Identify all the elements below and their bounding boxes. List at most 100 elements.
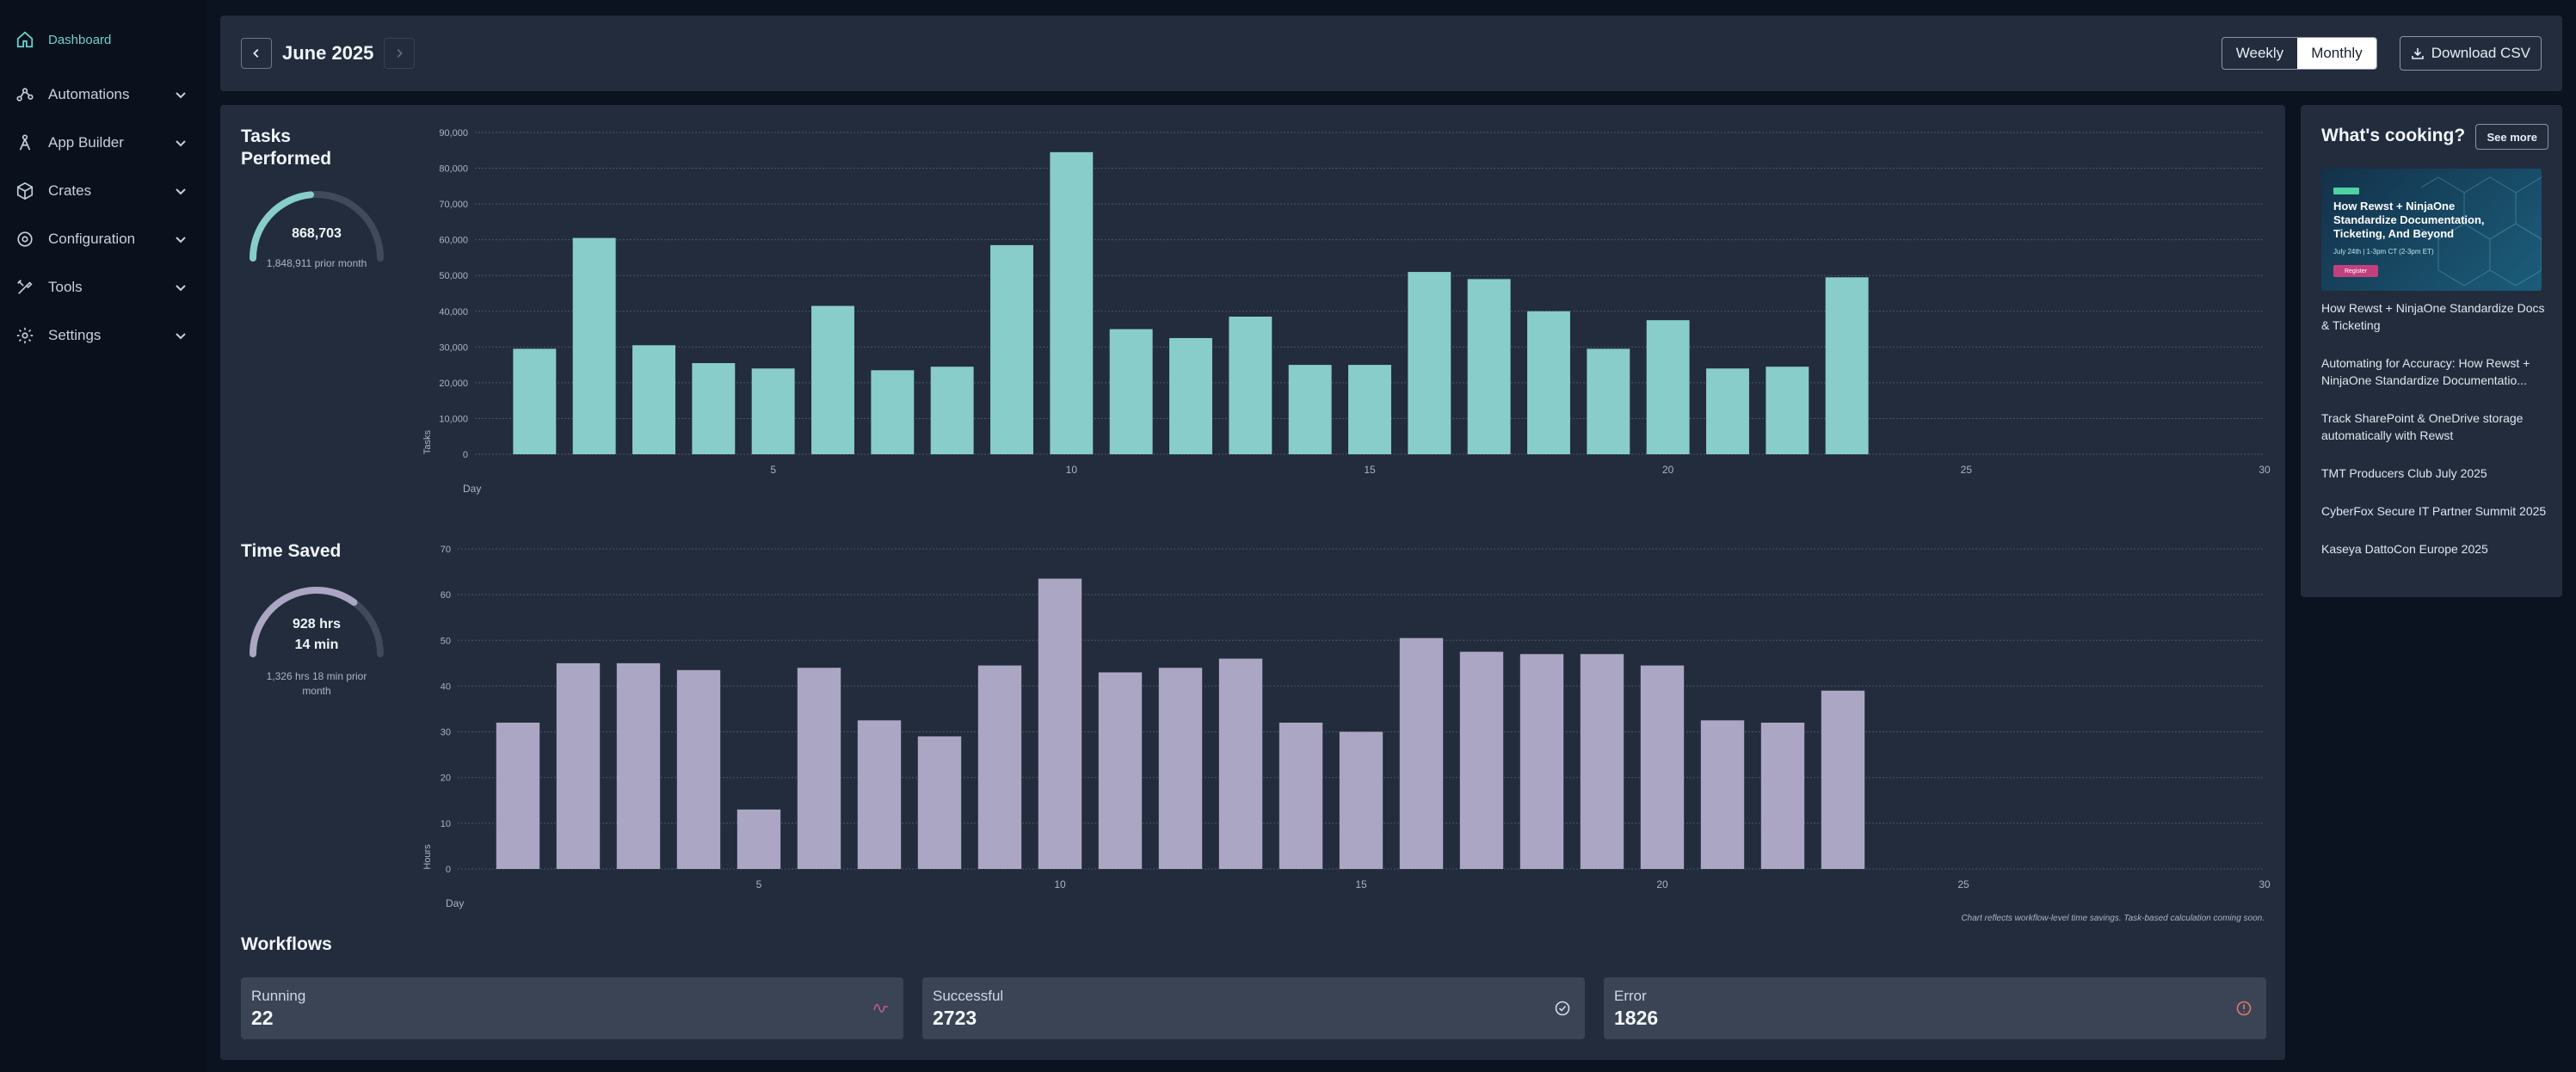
x-axis-label: Day	[463, 483, 481, 495]
workflows-title: Workflows	[241, 934, 332, 954]
view-toggle: Weekly Monthly	[2221, 37, 2377, 70]
y-tick-label: 40	[441, 681, 451, 692]
tasks-bar-chart: 0 10,000 20,000 30,000 40,000 50,000 60,000 70,…	[422, 128, 2271, 495]
y-tick-label: 80,000	[439, 164, 468, 175]
chart-bar	[1580, 654, 1624, 869]
chevron-down-icon	[176, 188, 186, 195]
chart-bar	[556, 662, 601, 869]
sidebar-item-label: App Builder	[48, 134, 124, 151]
chart-bar	[1459, 651, 1504, 869]
chart-bar	[1646, 320, 1690, 454]
banner-tag	[2333, 188, 2359, 194]
sidebar-item-configuration[interactable]: Configuration	[0, 215, 206, 263]
chevron-left-icon	[253, 49, 259, 58]
x-tick-label: 15	[1364, 464, 1376, 476]
x-tick-label: 20	[1662, 464, 1674, 476]
chart-bar	[496, 722, 540, 869]
sidebar-item-settings[interactable]: Settings	[0, 311, 206, 360]
promo-banner[interactable]: How Rewst + NinjaOne Standardize Documen…	[2321, 169, 2542, 291]
crates-icon	[16, 182, 34, 200]
chevron-down-icon	[176, 92, 186, 99]
chart-bar	[1218, 658, 1263, 869]
x-tick-label: 30	[2259, 464, 2271, 476]
sidebar-item-automations[interactable]: Automations	[0, 71, 206, 119]
chart-bar	[857, 720, 902, 869]
time-saved-bar-chart: 0 10 20 30 40 50 60 70 5 10 15 20 25 30 Day Hours	[422, 545, 2271, 909]
chart-bar	[917, 736, 962, 869]
news-item[interactable]: Track SharePoint & OneDrive storage auto…	[2321, 410, 2550, 444]
y-tick-label: 0	[446, 865, 451, 875]
banner-subtitle: July 24th | 1-3pm CT (2-3pm ET)	[2333, 248, 2434, 256]
sidebar-item-label: Automations	[48, 86, 130, 102]
chart-bar	[930, 367, 974, 454]
chart-bar	[1038, 578, 1082, 869]
chart-bar	[1399, 638, 1444, 869]
workflow-card-value: 22	[251, 1007, 274, 1029]
workflow-running-card[interactable]: Running 22	[241, 977, 903, 1039]
sidebar: Dashboard Automations App Builder Crates…	[0, 0, 206, 1072]
news-list: How Rewst + NinjaOne Standardize Docs & …	[2321, 299, 2550, 578]
sidebar-item-tools[interactable]: Tools	[0, 263, 206, 311]
banner-register-button[interactable]: Register	[2333, 265, 2378, 277]
chart-bar	[1587, 348, 1630, 454]
chart-footnote: Chart reflects workflow-level time savin…	[1961, 914, 2265, 923]
see-more-button[interactable]: See more	[2475, 124, 2548, 150]
workflow-card-label: Successful	[933, 988, 1004, 1004]
time-saved-title: Time Saved	[241, 541, 342, 561]
news-item[interactable]: Automating for Accuracy: How Rewst + Nin…	[2321, 354, 2550, 389]
news-item[interactable]: How Rewst + NinjaOne Standardize Docs & …	[2321, 299, 2550, 334]
chevron-down-icon	[176, 140, 186, 147]
chart-bar	[871, 370, 915, 454]
sidebar-item-label: Settings	[48, 327, 102, 343]
tasks-performed-value: 868,703	[292, 226, 342, 241]
sidebar-item-crates[interactable]: Crates	[0, 167, 206, 215]
chevron-right-icon	[397, 49, 404, 58]
chart-bar	[751, 368, 795, 454]
sidebar-item-dashboard[interactable]: Dashboard	[0, 22, 206, 57]
sidebar-item-label: Configuration	[48, 231, 136, 247]
workflow-error-card[interactable]: Error 1826	[1604, 977, 2266, 1039]
chart-bar	[797, 668, 841, 869]
tasks-performed-title: Tasks Performed	[241, 126, 332, 169]
chart-bar	[1766, 367, 1809, 454]
x-tick-label: 25	[1957, 878, 1969, 890]
x-tick-label: 25	[1961, 464, 1973, 476]
news-item[interactable]: TMT Producers Club July 2025	[2321, 465, 2550, 482]
x-tick-label: 15	[1355, 878, 1367, 890]
next-month-button[interactable]	[384, 38, 416, 69]
y-tick-label: 0	[463, 450, 468, 460]
activity-icon	[873, 1003, 888, 1013]
check-circle-icon	[1555, 1001, 1570, 1016]
chart-bar	[1348, 365, 1391, 454]
chart-bar	[692, 363, 736, 454]
chart-bar	[676, 669, 721, 869]
workflow-card-value: 2723	[933, 1007, 977, 1029]
chevron-down-icon	[176, 333, 186, 340]
weekly-toggle-button[interactable]: Weekly	[2222, 38, 2297, 69]
chart-bar	[1519, 654, 1564, 869]
workflow-card-label: Running	[251, 988, 306, 1004]
workflow-successful-card[interactable]: Successful 2723	[922, 977, 1585, 1039]
metrics-panel: Tasks Performed 868,703 1,848,911 prior …	[220, 105, 2285, 1060]
y-tick-label: 60,000	[439, 236, 468, 246]
tools-icon	[17, 280, 33, 294]
chart-bar	[513, 348, 557, 454]
y-tick-label: 40,000	[439, 307, 468, 317]
previous-month-button[interactable]	[241, 38, 272, 69]
sidebar-item-app-builder[interactable]: App Builder	[0, 119, 206, 167]
download-csv-button[interactable]: Download CSV	[2399, 36, 2542, 71]
news-item[interactable]: CyberFox Secure IT Partner Summit 2025	[2321, 502, 2550, 520]
download-csv-label: Download CSV	[2431, 45, 2530, 61]
chart-bar	[632, 345, 675, 454]
monthly-toggle-button[interactable]: Monthly	[2297, 38, 2376, 69]
configuration-icon	[17, 231, 33, 247]
chart-bar	[1050, 151, 1094, 454]
chart-bar	[1760, 722, 1805, 869]
news-item[interactable]: Kaseya DattoCon Europe 2025	[2321, 540, 2550, 558]
x-axis-label: Day	[446, 897, 464, 909]
time-saved-prior-month: 1,326 hrs 18 min prior month	[266, 670, 367, 697]
time-saved-value-hours: 928 hrs	[292, 617, 342, 631]
chart-bar	[1706, 368, 1749, 454]
chart-bar	[811, 305, 854, 454]
chart-bar	[736, 809, 781, 869]
